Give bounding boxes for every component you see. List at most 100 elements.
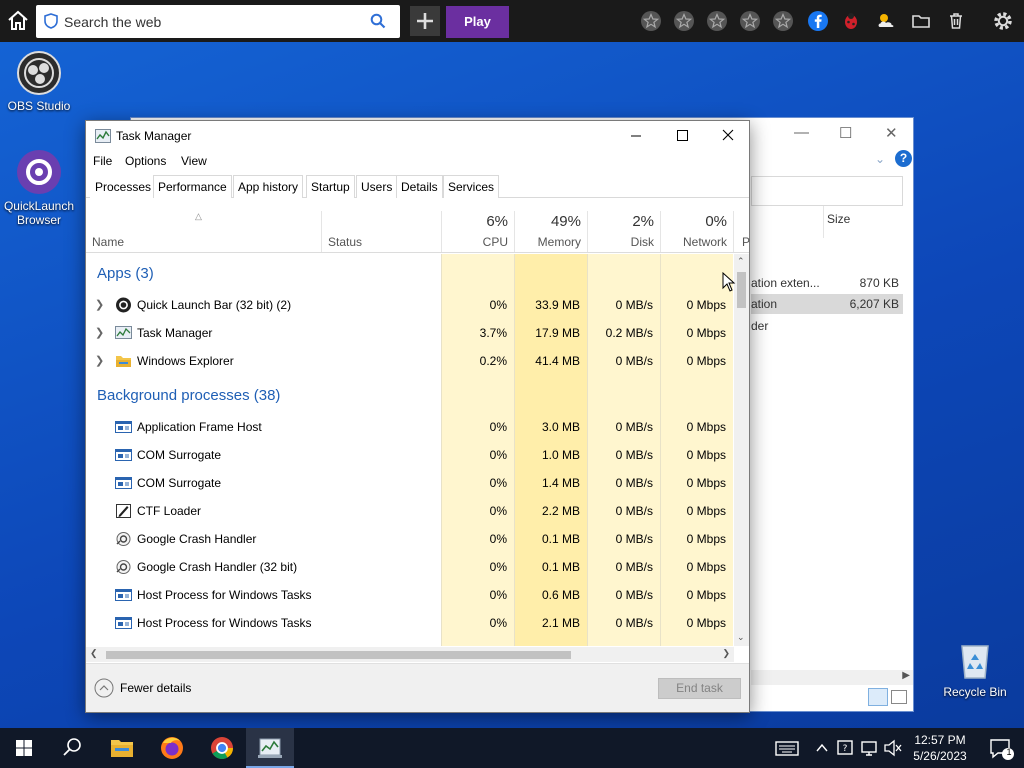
tray-touch-keyboard[interactable]: [772, 728, 802, 768]
process-row[interactable]: CTF Loader 0% 2.2 MB 0 MB/s 0 Mbps: [86, 497, 733, 525]
explorer-row-selected[interactable]: ation 6,207 KB: [751, 294, 903, 314]
desktop-icon-obs[interactable]: OBS Studio: [1, 50, 77, 113]
menu-file[interactable]: File: [93, 154, 112, 168]
end-task-button[interactable]: End task: [658, 678, 741, 699]
expand-chevron-icon[interactable]: ❯: [95, 354, 104, 367]
explorer-row[interactable]: der: [751, 316, 903, 336]
title-bar[interactable]: Task Manager: [86, 121, 749, 151]
scroll-down-icon[interactable]: ⌄: [737, 632, 745, 643]
column-disk[interactable]: 2% Disk: [587, 211, 660, 252]
horizontal-scrollbar[interactable]: ❮ ❯: [86, 647, 734, 662]
tab-services[interactable]: Services: [443, 175, 500, 198]
chevron-down-icon[interactable]: ⌄: [875, 152, 885, 166]
close-icon[interactable]: ✕: [885, 124, 898, 142]
gear-icon[interactable]: [992, 10, 1014, 32]
tray-network[interactable]: [858, 728, 880, 768]
action-center-button[interactable]: 1: [980, 728, 1020, 768]
size-column-header[interactable]: Size: [827, 212, 907, 226]
taskbar-firefox[interactable]: [148, 728, 196, 768]
maximize-button[interactable]: [659, 121, 705, 151]
taskbar-file-explorer[interactable]: [98, 728, 146, 768]
process-cpu: 0%: [489, 298, 507, 312]
tab-processes[interactable]: Processes: [90, 175, 157, 198]
process-row[interactable]: Google Crash Handler (32 bit) 0% 0.1 MB 0 M…: [86, 553, 733, 581]
menu-view[interactable]: View: [181, 154, 207, 168]
scroll-left-icon[interactable]: ❮: [90, 648, 98, 659]
task-manager-window[interactable]: Task Manager File Options View Processes…: [85, 120, 750, 713]
star-icon[interactable]: [640, 10, 662, 32]
process-cpu: 0%: [489, 560, 507, 574]
taskbar-chrome[interactable]: [198, 728, 246, 768]
vertical-scrollbar[interactable]: ⌃ ⌄: [734, 254, 749, 646]
scrollbar-thumb[interactable]: [106, 651, 571, 659]
home-icon[interactable]: [6, 9, 30, 33]
column-name[interactable]: Name: [86, 211, 321, 252]
tray-show-hidden[interactable]: [812, 728, 832, 768]
minimize-button[interactable]: [613, 121, 659, 151]
process-row[interactable]: ❯ Quick Launch Bar (32 bit) (2) 0% 33.9 MB 0…: [86, 291, 733, 319]
large-icons-view-icon[interactable]: [891, 690, 907, 704]
trash-icon[interactable]: [945, 10, 967, 32]
process-row[interactable]: COM Surrogate 0% 1.0 MB 0 MB/s 0 Mbps: [86, 441, 733, 469]
explorer-row[interactable]: ation exten... 870 KB: [751, 273, 903, 293]
column-network[interactable]: 0% Network: [660, 211, 733, 252]
group-header-apps[interactable]: Apps (3): [97, 265, 154, 282]
star-icon[interactable]: [772, 10, 794, 32]
star-icon[interactable]: [739, 10, 761, 32]
facebook-icon[interactable]: [807, 10, 829, 32]
web-search-box[interactable]: Search the web: [36, 5, 400, 38]
taskbar-search-button[interactable]: [48, 728, 96, 768]
scroll-up-icon[interactable]: ⌃: [737, 256, 745, 267]
tab-startup[interactable]: Startup: [306, 175, 355, 198]
process-disk: 0.2 MB/s: [605, 326, 653, 340]
horizontal-scrollbar[interactable]: ▶: [751, 670, 913, 685]
expand-chevron-icon[interactable]: ❯: [95, 298, 104, 311]
process-row[interactable]: Application Frame Host 0% 3.0 MB 0 MB/s 0 Mb…: [86, 413, 733, 441]
plus-icon[interactable]: [410, 6, 440, 36]
process-row[interactable]: COM Surrogate 0% 1.4 MB 0 MB/s 0 Mbps: [86, 469, 733, 497]
close-button[interactable]: [705, 121, 751, 151]
tray-volume[interactable]: [882, 728, 904, 768]
tab-details[interactable]: Details: [396, 175, 443, 198]
expand-chevron-icon[interactable]: ❯: [95, 326, 104, 339]
scrollbar-thumb[interactable]: [737, 272, 746, 308]
group-header-background[interactable]: Background processes (38): [97, 387, 280, 404]
process-row[interactable]: Google Crash Handler 0% 0.1 MB 0 MB/s 0 Mbps: [86, 525, 733, 553]
column-cpu[interactable]: 6% CPU: [441, 211, 514, 252]
weather-icon[interactable]: [875, 10, 897, 32]
maximize-icon[interactable]: ☐: [839, 124, 852, 142]
security-icon: ?: [837, 740, 853, 755]
folder-icon[interactable]: [910, 10, 932, 32]
tab-app-history[interactable]: App history: [233, 175, 304, 198]
minimize-icon[interactable]: —: [794, 124, 809, 141]
star-icon[interactable]: [706, 10, 728, 32]
tab-performance[interactable]: Performance: [153, 175, 232, 198]
star-icon[interactable]: [673, 10, 695, 32]
desktop-icon-quicklaunch[interactable]: QuickLaunch Browser: [1, 148, 77, 227]
tab-users[interactable]: Users: [356, 175, 398, 198]
taskbar-task-manager[interactable]: [246, 728, 294, 768]
search-placeholder[interactable]: Search the web: [64, 14, 161, 30]
process-row[interactable]: ❯ Windows Explorer 0.2% 41.4 MB 0 MB/s 0 Mbps: [86, 347, 733, 375]
tray-security[interactable]: ?: [834, 728, 856, 768]
play-button[interactable]: Play: [446, 6, 509, 38]
chevron-up-circle-icon: [94, 678, 114, 698]
column-power[interactable]: P: [733, 211, 750, 252]
process-row[interactable]: Host Process for Windows Tasks 0% 0.6 MB 0 …: [86, 581, 733, 609]
explorer-search-field[interactable]: [751, 176, 903, 206]
ladybug-icon[interactable]: [840, 10, 862, 32]
column-status[interactable]: Status: [321, 211, 441, 252]
details-view-icon[interactable]: [868, 688, 888, 706]
network-total: 0%: [705, 213, 727, 230]
desktop-icon-recycle-bin[interactable]: Recycle Bin: [937, 638, 1013, 699]
process-row[interactable]: Host Process for Windows Tasks 0% 2.1 MB 0 …: [86, 609, 733, 637]
taskbar-clock[interactable]: 12:57 PM 5/26/2023: [905, 732, 975, 764]
menu-options[interactable]: Options: [125, 154, 166, 168]
help-icon[interactable]: ?: [895, 150, 912, 167]
fewer-details-button[interactable]: Fewer details: [94, 678, 191, 701]
start-button[interactable]: [0, 728, 48, 768]
scroll-right-icon[interactable]: ❯: [722, 648, 730, 659]
process-row[interactable]: ❯ Task Manager 3.7% 17.9 MB 0.2 MB/s 0 Mbps: [86, 319, 733, 347]
column-memory[interactable]: 49% Memory: [514, 211, 587, 252]
search-icon[interactable]: [370, 13, 386, 32]
